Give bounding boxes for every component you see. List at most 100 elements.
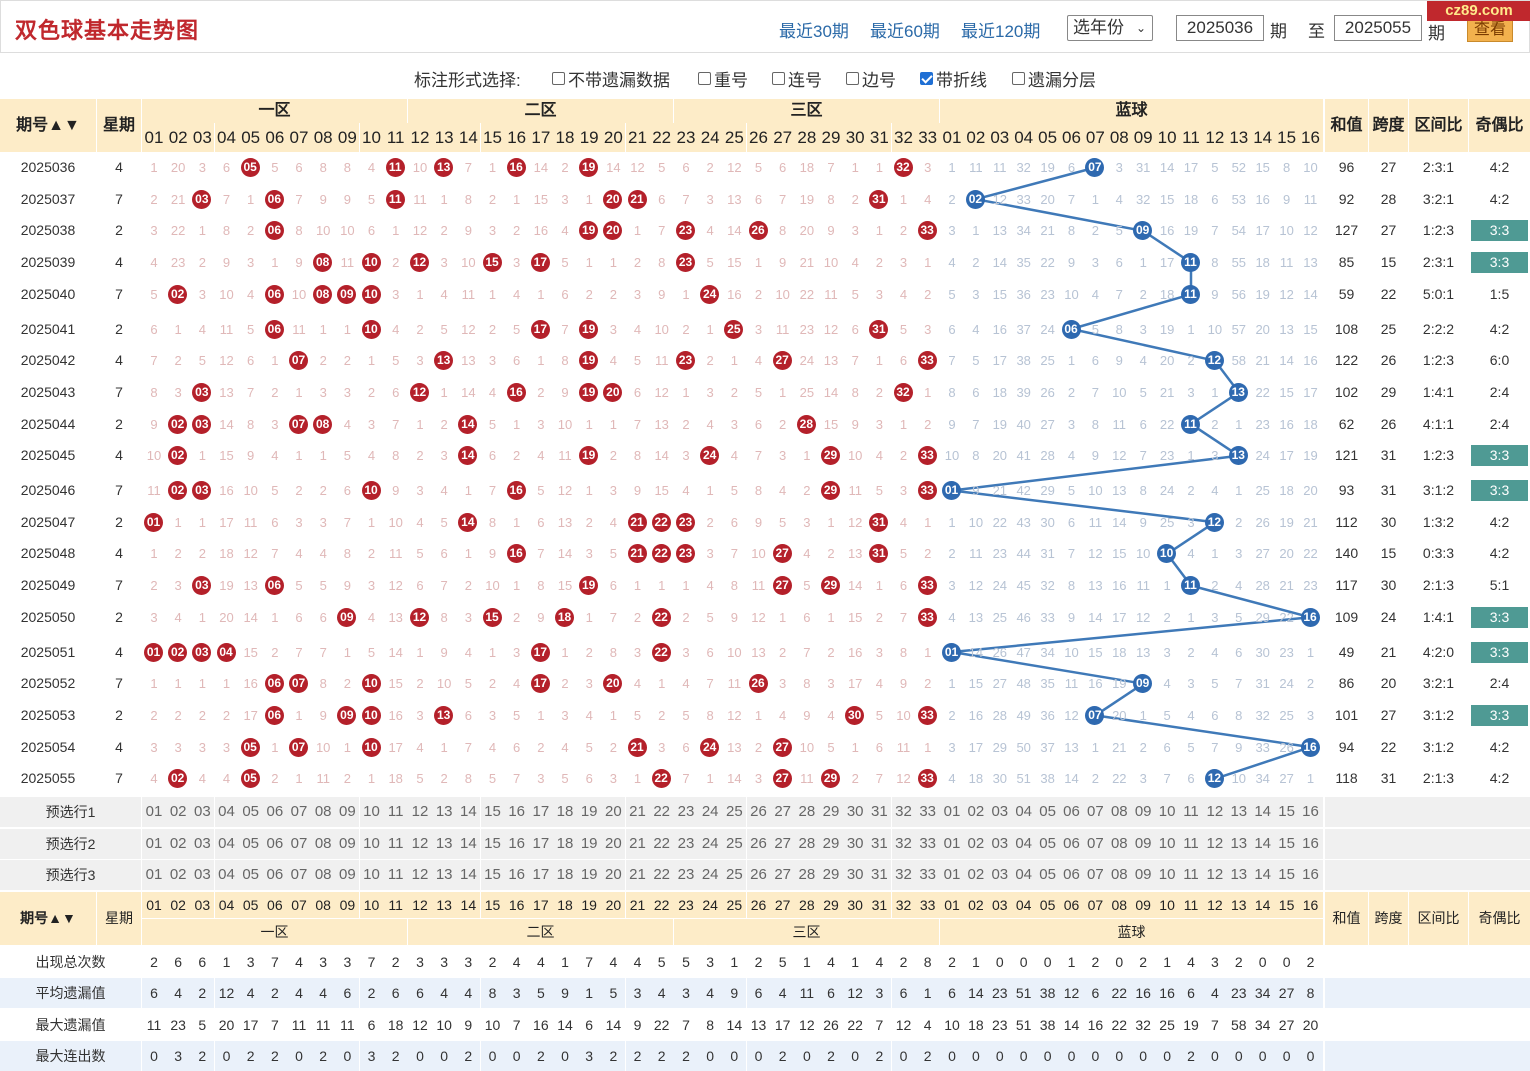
preselect-red-number[interactable]: 19 (577, 828, 602, 859)
preselect-red-number[interactable]: 12 (408, 828, 432, 859)
preselect-red-number[interactable]: 14 (456, 860, 481, 890)
preselect-red-number[interactable]: 27 (770, 828, 795, 859)
preselect-red-number[interactable]: 30 (843, 828, 868, 859)
preselect-blue-number[interactable]: 16 (1298, 828, 1323, 859)
preselect-blue-number[interactable]: 11 (1179, 860, 1203, 890)
preselect-red-number[interactable]: 12 (408, 860, 432, 890)
preselect-red-number[interactable]: 07 (287, 860, 312, 890)
preselect-red-number[interactable]: 21 (625, 797, 650, 827)
checkbox-icon[interactable] (552, 72, 565, 85)
preselect-red-number[interactable]: 06 (262, 860, 287, 890)
preselect-red-number[interactable]: 09 (335, 860, 360, 890)
preselect-blue-number[interactable]: 14 (1250, 828, 1275, 859)
preselect-red-number[interactable]: 04 (214, 860, 239, 890)
preselect-red-number[interactable]: 20 (601, 797, 626, 827)
recent-30-link[interactable]: 最近30期 (779, 17, 849, 42)
preselect-red-number[interactable]: 32 (891, 860, 916, 890)
preselect-blue-number[interactable]: 13 (1226, 797, 1251, 827)
preselect-red-number[interactable]: 26 (746, 860, 771, 890)
preselect-red-number[interactable]: 09 (335, 797, 360, 827)
preselect-red-number[interactable]: 24 (698, 860, 723, 890)
preselect-blue-number[interactable]: 10 (1155, 860, 1180, 890)
preselect-red-number[interactable]: 29 (819, 797, 844, 827)
footer-period-header[interactable]: 期号▲▼ (0, 891, 96, 945)
preselect-blue-number[interactable]: 05 (1035, 797, 1060, 827)
preselect-blue-number[interactable]: 07 (1083, 828, 1108, 859)
preselect-red-number[interactable]: 02 (166, 797, 191, 827)
preselect-blue-number[interactable]: 03 (987, 828, 1012, 859)
preselect-blue-number[interactable]: 04 (1011, 828, 1036, 859)
preselect-red-number[interactable]: 24 (698, 797, 723, 827)
option-2[interactable]: 重号 (698, 66, 748, 91)
preselect-red-number[interactable]: 13 (432, 828, 457, 859)
preselect-red-number[interactable]: 20 (601, 860, 626, 890)
preselect-blue-number[interactable]: 08 (1107, 797, 1132, 827)
preselect-red-number[interactable]: 21 (625, 860, 650, 890)
preselect-blue-number[interactable]: 09 (1131, 828, 1156, 859)
preselect-blue-number[interactable]: 12 (1202, 828, 1227, 859)
preselect-red-number[interactable]: 09 (335, 828, 360, 859)
preselect-red-number[interactable]: 05 (238, 828, 263, 859)
preselect-red-number[interactable]: 31 (867, 828, 892, 859)
preselect-red-number[interactable]: 06 (262, 828, 287, 859)
query-button[interactable]: 查看 (1467, 18, 1513, 42)
preselect-red-number[interactable]: 25 (722, 860, 747, 890)
option-6[interactable]: 遗漏分层 (1012, 66, 1096, 91)
preselect-red-number[interactable]: 22 (649, 860, 674, 890)
preselect-red-number[interactable]: 14 (456, 797, 481, 827)
preselect-red-number[interactable]: 26 (746, 828, 771, 859)
preselect-red-number[interactable]: 25 (722, 828, 747, 859)
preselect-red-number[interactable]: 04 (214, 797, 239, 827)
preselect-red-number[interactable]: 03 (190, 797, 215, 827)
preselect-red-number[interactable]: 02 (166, 828, 191, 859)
checkbox-icon[interactable] (698, 72, 711, 85)
preselect-blue-number[interactable]: 06 (1059, 860, 1084, 890)
preselect-blue-number[interactable]: 01 (940, 860, 964, 890)
preselect-red-number[interactable]: 16 (504, 860, 529, 890)
preselect-red-number[interactable]: 27 (770, 860, 795, 890)
preselect-red-number[interactable]: 22 (649, 828, 674, 859)
preselect-red-number[interactable]: 02 (166, 860, 191, 890)
preselect-red-number[interactable]: 16 (504, 828, 529, 859)
preselect-red-number[interactable]: 08 (311, 828, 336, 859)
preselect-red-number[interactable]: 23 (674, 860, 698, 890)
preselect-red-number[interactable]: 17 (528, 797, 553, 827)
option-3[interactable]: 连号 (772, 66, 822, 91)
preselect-red-number[interactable]: 23 (674, 828, 698, 859)
preselect-blue-number[interactable]: 16 (1298, 797, 1323, 827)
preselect-red-number[interactable]: 15 (480, 828, 505, 859)
preselect-blue-number[interactable]: 08 (1107, 828, 1132, 859)
preselect-blue-number[interactable]: 15 (1274, 828, 1299, 859)
preselect-blue-number[interactable]: 10 (1155, 828, 1180, 859)
recent-120-link[interactable]: 最近120期 (961, 17, 1040, 42)
preselect-red-number[interactable]: 28 (794, 860, 819, 890)
checkbox-icon[interactable] (1012, 72, 1025, 85)
preselect-blue-number[interactable]: 09 (1131, 797, 1156, 827)
preselect-red-number[interactable]: 15 (480, 797, 505, 827)
preselect-red-number[interactable]: 17 (528, 860, 553, 890)
preselect-red-number[interactable]: 21 (625, 828, 650, 859)
from-period-input[interactable]: 2025036 (1176, 15, 1264, 41)
year-select[interactable]: 选年份 ⌄ (1067, 15, 1153, 41)
preselect-red-number[interactable]: 10 (359, 860, 384, 890)
preselect-red-number[interactable]: 28 (794, 797, 819, 827)
preselect-red-number[interactable]: 33 (915, 828, 940, 859)
preselect-red-number[interactable]: 30 (843, 860, 868, 890)
preselect-red-number[interactable]: 01 (142, 860, 166, 890)
preselect-red-number[interactable]: 17 (528, 828, 553, 859)
preselect-red-number[interactable]: 31 (867, 797, 892, 827)
checkbox-icon[interactable] (772, 72, 785, 85)
preselect-red-number[interactable]: 05 (238, 860, 263, 890)
preselect-blue-number[interactable]: 04 (1011, 860, 1036, 890)
preselect-blue-number[interactable]: 11 (1179, 828, 1203, 859)
preselect-red-number[interactable]: 07 (287, 797, 312, 827)
preselect-blue-number[interactable]: 12 (1202, 797, 1227, 827)
preselect-blue-number[interactable]: 16 (1298, 860, 1323, 890)
preselect-red-number[interactable]: 22 (649, 797, 674, 827)
preselect-blue-number[interactable]: 14 (1250, 797, 1275, 827)
preselect-red-number[interactable]: 29 (819, 828, 844, 859)
preselect-red-number[interactable]: 32 (891, 797, 916, 827)
recent-60-link[interactable]: 最近60期 (870, 17, 940, 42)
preselect-blue-number[interactable]: 03 (987, 797, 1012, 827)
preselect-blue-number[interactable]: 11 (1179, 797, 1203, 827)
